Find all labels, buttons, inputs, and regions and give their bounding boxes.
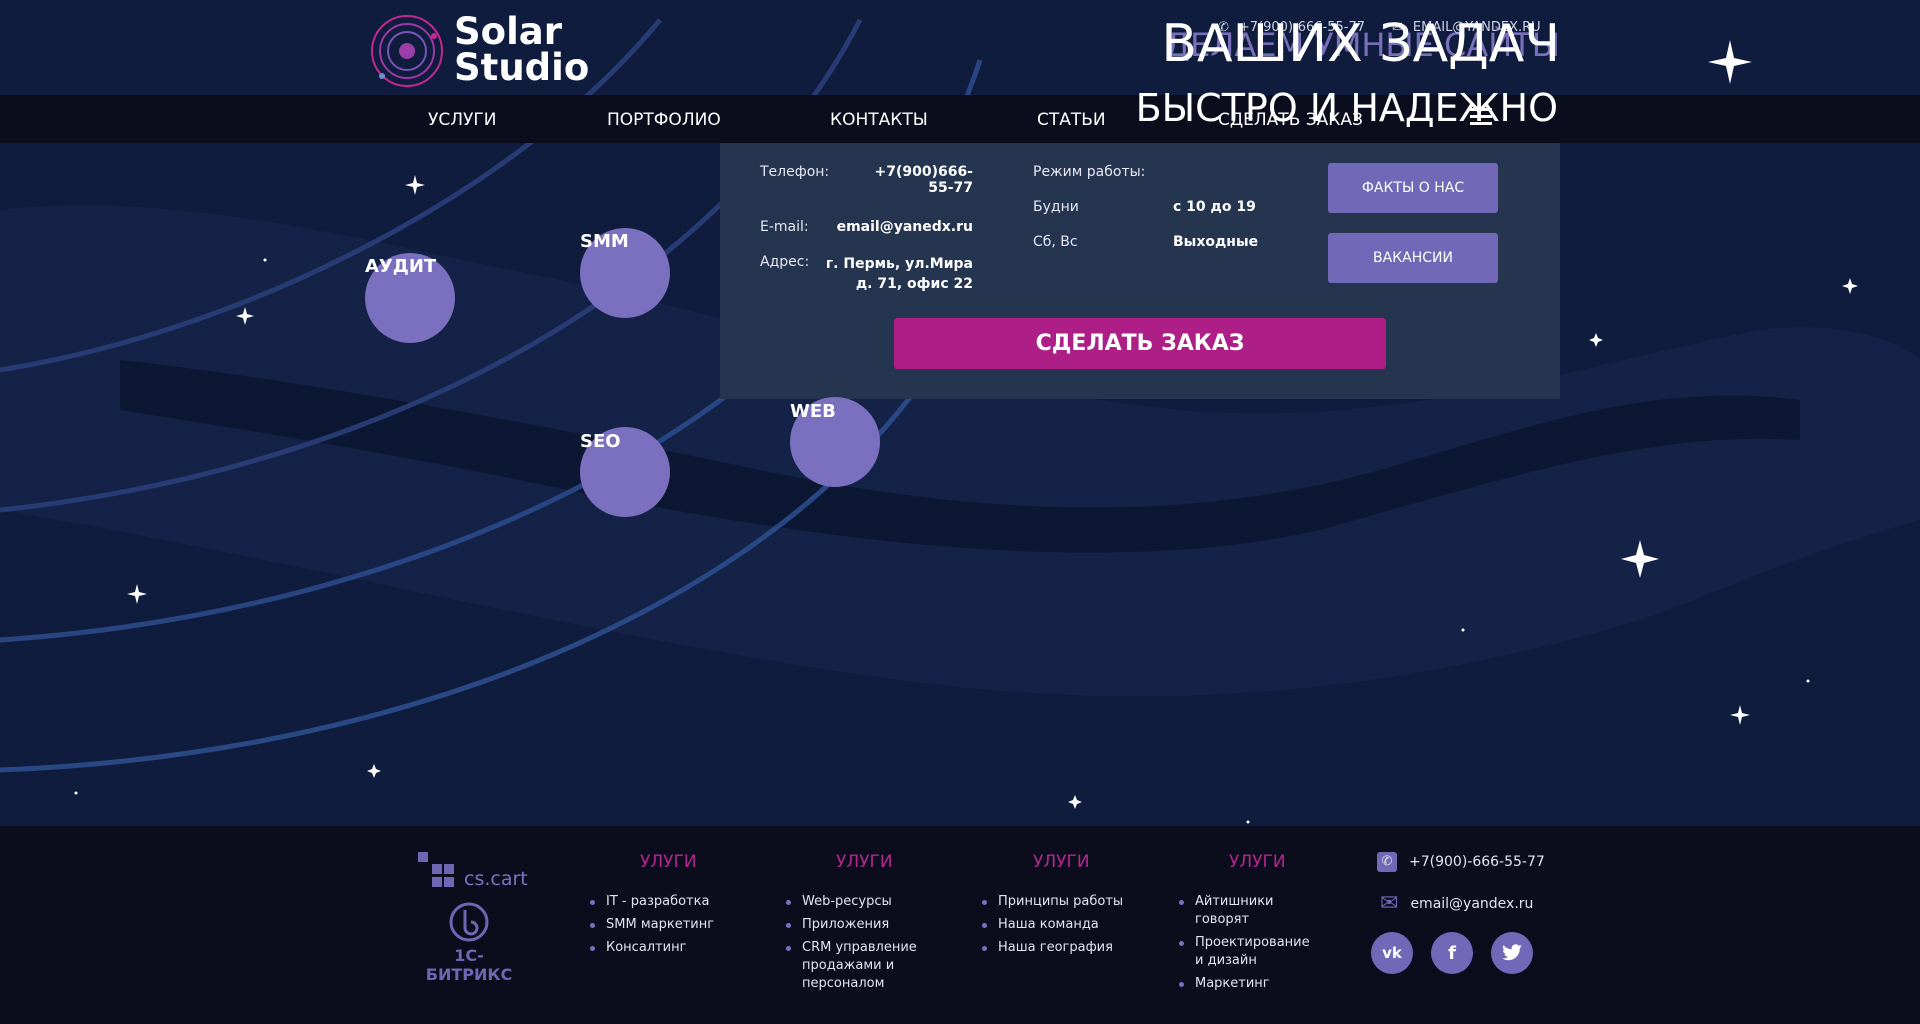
phone-value[interactable]: +7(900)666-55-77 <box>850 164 973 196</box>
nav-item-contacts[interactable]: КОНТАКТЫ <box>830 110 928 130</box>
nav-item-articles[interactable]: СТАТЬИ <box>1037 110 1106 130</box>
address-value: г. Пермь, ул.Мира д. 71, офис 22 <box>825 256 973 292</box>
nav-item-services[interactable]: УСЛУГИ <box>428 110 496 130</box>
phone-icon: ✆ <box>1377 852 1397 872</box>
footer-link[interactable]: Консалтинг <box>590 939 740 957</box>
weekdays-value: с 10 до 19 <box>1173 199 1256 215</box>
weekend-label: Сб, Вс <box>1033 234 1078 250</box>
cscart-icon <box>418 852 454 887</box>
footer-link[interactable]: Наша команда <box>982 916 1132 934</box>
logo-text[interactable]: Solar Studio <box>454 10 590 89</box>
twitter-icon[interactable] <box>1491 932 1533 974</box>
weekend-value: Выходные <box>1173 234 1259 250</box>
hours-label: Режим работы: <box>1033 164 1146 180</box>
weekdays-label: Будни <box>1033 199 1079 215</box>
email-label: E-mail: <box>760 219 809 235</box>
footer-link[interactable]: IT - разработка <box>590 893 740 911</box>
twitter-bird <box>1502 944 1522 961</box>
footer-link[interactable]: Принципы работы <box>982 893 1132 911</box>
bitrix-text: 1С-БИТРИКС <box>425 946 513 984</box>
logo-line-1: Solar <box>454 10 562 53</box>
facebook-icon[interactable]: f <box>1431 932 1473 974</box>
hero-subtitle: БЫСТРО И НАДЕЖНО <box>1135 86 1558 130</box>
footer-link[interactable]: Web-ресурсы <box>786 893 926 911</box>
facts-button[interactable]: ФАКТЫ О НАС <box>1328 163 1498 213</box>
footer-col-3-list: Принципы работы Наша команда Наша геогра… <box>982 893 1132 962</box>
phone-label: Телефон: <box>760 164 830 180</box>
footer-link[interactable]: Приложения <box>786 916 926 934</box>
planet-web-label: WEB <box>790 401 836 422</box>
footer-email-text: email@yandex.ru <box>1410 895 1534 912</box>
cscart-logo[interactable]: cs.cart <box>416 850 528 890</box>
planet-audit-label: АУДИТ <box>365 256 437 277</box>
footer-col-4-list: Айтишники говорят Проектирование и дизай… <box>1179 893 1319 998</box>
vacancies-button[interactable]: ВАКАНСИИ <box>1328 233 1498 283</box>
footer-link[interactable]: Проектирование и дизайн <box>1179 934 1319 970</box>
footer-link[interactable]: CRM управление продажами и персоналом <box>786 939 926 993</box>
footer-col-4-title: УЛУГИ <box>1229 852 1286 872</box>
logo-line-2: Studio <box>454 46 590 89</box>
mail-icon: ✉ <box>1380 891 1399 916</box>
footer-link[interactable]: Маркетинг <box>1179 975 1319 993</box>
footer-col-1-title: УЛУГИ <box>640 852 697 872</box>
nav-item-portfolio[interactable]: ПОРТФОЛИО <box>607 110 721 130</box>
footer-col-2-list: Web-ресурсы Приложения CRM управление пр… <box>786 893 926 998</box>
vk-icon[interactable]: vk <box>1371 932 1413 974</box>
footer-link[interactable]: Наша география <box>982 939 1132 957</box>
footer <box>0 826 1920 1024</box>
logo-icon[interactable] <box>370 14 444 88</box>
address-label: Адрес: <box>760 254 810 270</box>
planet-smm-label: SMM <box>580 231 629 252</box>
bitrix-logo[interactable]: 1С-БИТРИКС <box>414 902 524 984</box>
bitrix-icon <box>449 902 489 942</box>
footer-link[interactable]: SMM маркетинг <box>590 916 740 934</box>
email-value[interactable]: email@yanedx.ru <box>820 219 973 235</box>
order-button[interactable]: СДЕЛАТЬ ЗАКАЗ <box>894 318 1386 369</box>
footer-email[interactable]: ✉ email@yandex.ru <box>1380 891 1533 916</box>
planet-seo-label: SEO <box>580 431 621 452</box>
footer-col-2-title: УЛУГИ <box>836 852 893 872</box>
navbar <box>0 95 1920 143</box>
footer-phone[interactable]: ✆ +7(900)-666-55-77 <box>1377 852 1545 872</box>
footer-col-3-title: УЛУГИ <box>1033 852 1090 872</box>
cscart-text: cs.cart <box>464 868 528 890</box>
footer-col-1-list: IT - разработка SMM маркетинг Консалтинг <box>590 893 740 962</box>
hero-title: ВАШИХ ЗАДАЧ <box>1161 14 1560 74</box>
footer-link[interactable]: Айтишники говорят <box>1179 893 1319 929</box>
footer-phone-text: +7(900)-666-55-77 <box>1409 854 1545 870</box>
